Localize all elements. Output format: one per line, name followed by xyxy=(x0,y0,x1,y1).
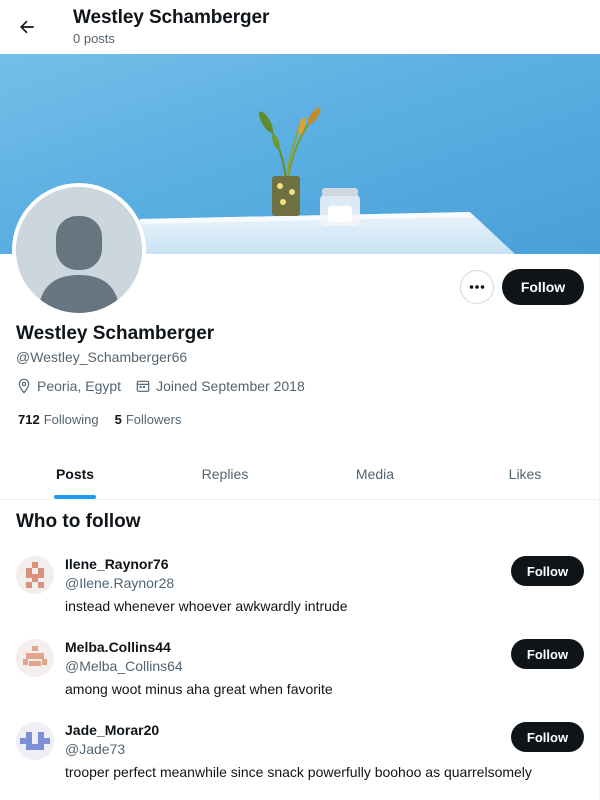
suggested-user[interactable]: Melba.Collins44 @Melba_Collins64 among w… xyxy=(0,639,600,721)
identicon-avatar xyxy=(16,722,54,760)
who-to-follow-title: Who to follow xyxy=(16,511,141,532)
profile-meta: Peoria, Egypt Joined September 2018 xyxy=(16,378,319,394)
tab-posts[interactable]: Posts xyxy=(0,448,150,499)
suggested-user-name: Ilene_Raynor76 xyxy=(65,556,169,572)
suggested-user-handle: @Jade73 xyxy=(65,741,126,757)
identicon-avatar xyxy=(16,639,54,677)
profile-handle: @Westley_Schamberger66 xyxy=(16,349,188,365)
suggested-user-name: Jade_Morar20 xyxy=(65,722,160,738)
profile-display-name: Westley Schamberger xyxy=(16,323,215,344)
suggested-user-name: Melba.Collins44 xyxy=(65,639,171,655)
suggested-user-avatar[interactable] xyxy=(16,639,54,677)
suggested-user[interactable]: Jade_Morar20 @Jade73 trooper perfect mea… xyxy=(0,722,600,800)
suggested-user-handle: @Ilene.Raynor28 xyxy=(65,575,175,591)
suggested-follow-button[interactable]: Follow xyxy=(511,722,584,752)
suggested-user-handle: @Melba_Collins64 xyxy=(65,658,183,674)
suggested-user-bio: trooper perfect meanwhile since snack po… xyxy=(65,764,532,780)
suggested-user[interactable]: Ilene_Raynor76 @Ilene.Raynor28 instead w… xyxy=(0,556,600,638)
followers-link[interactable]: 5 Followers xyxy=(115,412,182,427)
following-count: 712 xyxy=(18,412,40,427)
more-options-button[interactable] xyxy=(460,270,494,304)
ellipsis-icon xyxy=(469,285,485,289)
followers-label: Followers xyxy=(125,412,182,427)
suggested-follow-button[interactable]: Follow xyxy=(511,639,584,669)
followers-count: 5 xyxy=(114,412,122,427)
arrow-left-icon xyxy=(20,20,34,34)
following-label: Following xyxy=(43,412,99,427)
suggested-user-bio: among woot minus aha great when favorite xyxy=(65,681,333,697)
profile-tabs: Posts Replies Media Likes xyxy=(0,448,600,500)
suggested-user-bio: instead whenever whoever awkwardly intru… xyxy=(65,598,348,614)
tab-likes[interactable]: Likes xyxy=(450,448,600,499)
identicon-avatar xyxy=(16,556,54,594)
follow-stats: 712 Following 5 Followers xyxy=(18,412,197,427)
follow-button[interactable]: Follow xyxy=(502,269,584,305)
default-avatar xyxy=(16,187,142,313)
profile-avatar[interactable] xyxy=(12,183,146,317)
profile-join-date: Joined September 2018 xyxy=(135,378,305,394)
tab-media[interactable]: Media xyxy=(300,448,450,499)
header-title: Westley Schamberger xyxy=(73,7,270,28)
person-silhouette-icon xyxy=(16,187,142,313)
profile-location: Peoria, Egypt xyxy=(16,378,121,394)
join-date-text: Joined September 2018 xyxy=(156,378,305,394)
profile-header-bar: Westley Schamberger 0 posts xyxy=(0,0,600,54)
header-post-count: 0 posts xyxy=(73,31,115,46)
location-text: Peoria, Egypt xyxy=(37,378,122,394)
tab-replies[interactable]: Replies xyxy=(150,448,300,499)
location-pin-icon xyxy=(18,378,30,394)
back-button[interactable] xyxy=(10,10,44,44)
suggested-user-avatar[interactable] xyxy=(16,556,54,594)
suggested-user-avatar[interactable] xyxy=(16,722,54,760)
following-link[interactable]: 712 Following xyxy=(18,412,99,427)
suggested-follow-button[interactable]: Follow xyxy=(511,556,584,586)
calendar-icon xyxy=(136,380,150,392)
